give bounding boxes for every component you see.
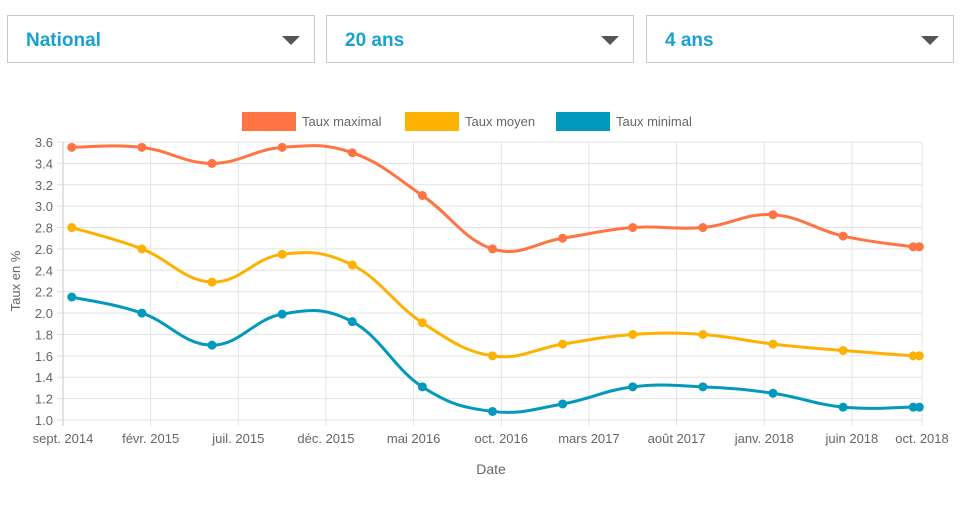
data-point [277, 142, 287, 152]
data-point [698, 223, 708, 233]
data-point [137, 142, 147, 152]
data-point [628, 382, 638, 392]
data-point [347, 317, 357, 327]
data-point [207, 158, 217, 168]
x-tick-label: mai 2016 [387, 431, 440, 446]
data-point [417, 190, 427, 200]
data-point [628, 329, 638, 339]
x-tick-label: oct. 2018 [895, 431, 949, 446]
legend-swatch [242, 112, 296, 131]
data-point [914, 351, 924, 361]
data-point [67, 223, 77, 233]
data-point [488, 351, 497, 361]
y-tick-label: 3.2 [35, 178, 53, 193]
data-point [914, 242, 924, 252]
legend-label: Taux maximal [302, 114, 382, 129]
y-tick-label: 1.6 [35, 349, 53, 364]
y-tick-label: 2.2 [35, 285, 53, 300]
rate-chart: 1.0 1.2 1.4 1.6 1.8 2.0 2.2 2.4 2.6 2.8 3.0 3.2 3.4 3… [8, 112, 949, 477]
y-tick-label: 3.6 [35, 135, 53, 150]
data-point [768, 388, 778, 398]
x-axis-title: Date [476, 461, 506, 477]
data-point [838, 346, 848, 355]
data-point [558, 339, 568, 349]
data-point [768, 339, 778, 349]
data-point [277, 309, 287, 319]
data-point [698, 329, 708, 339]
data-point [838, 402, 848, 412]
legend-label: Taux moyen [465, 114, 535, 129]
y-tick-label: 2.4 [35, 263, 53, 278]
legend-swatch [405, 112, 459, 131]
legend-label: Taux minimal [616, 114, 692, 129]
data-point [207, 277, 217, 287]
data-point [914, 402, 924, 412]
data-point [137, 244, 147, 254]
y-tick-label: 2.0 [35, 306, 53, 321]
y-tick-label: 1.4 [35, 370, 53, 385]
data-point [488, 406, 497, 416]
y-tick-label: 2.8 [35, 221, 53, 236]
data-point [558, 399, 568, 409]
legend-swatch [556, 112, 610, 131]
data-point [207, 340, 217, 350]
y-tick-label: 1.8 [35, 327, 53, 342]
data-point [277, 249, 287, 259]
data-point [628, 223, 638, 233]
y-tick-label: 3.4 [35, 156, 53, 171]
data-point [488, 244, 497, 254]
y-tick-label: 2.6 [35, 242, 53, 257]
x-tick-label: sept. 2014 [33, 431, 94, 446]
y-tick-label: 3.0 [35, 199, 53, 214]
data-point [67, 292, 77, 302]
data-point [417, 318, 427, 328]
data-point [417, 382, 427, 392]
data-point [137, 308, 147, 318]
x-tick-label: juin 2018 [824, 431, 878, 446]
data-point [838, 231, 848, 241]
data-point [768, 210, 778, 220]
data-point [347, 260, 357, 270]
x-tick-label: oct. 2016 [475, 431, 529, 446]
data-point [698, 382, 708, 392]
data-point [558, 233, 568, 243]
y-axis-title: Taux en % [8, 250, 23, 311]
y-tick-label: 1.0 [35, 413, 53, 428]
x-tick-label: juil. 2015 [211, 431, 264, 446]
x-tick-label: févr. 2015 [122, 431, 179, 446]
y-tick-label: 1.2 [35, 392, 53, 407]
x-tick-label: déc. 2015 [297, 431, 354, 446]
data-point [67, 142, 77, 152]
data-point [347, 148, 357, 158]
x-tick-label: août 2017 [648, 431, 706, 446]
x-tick-label: mars 2017 [558, 431, 619, 446]
x-tick-label: janv. 2018 [734, 431, 794, 446]
series-line [71, 144, 924, 254]
